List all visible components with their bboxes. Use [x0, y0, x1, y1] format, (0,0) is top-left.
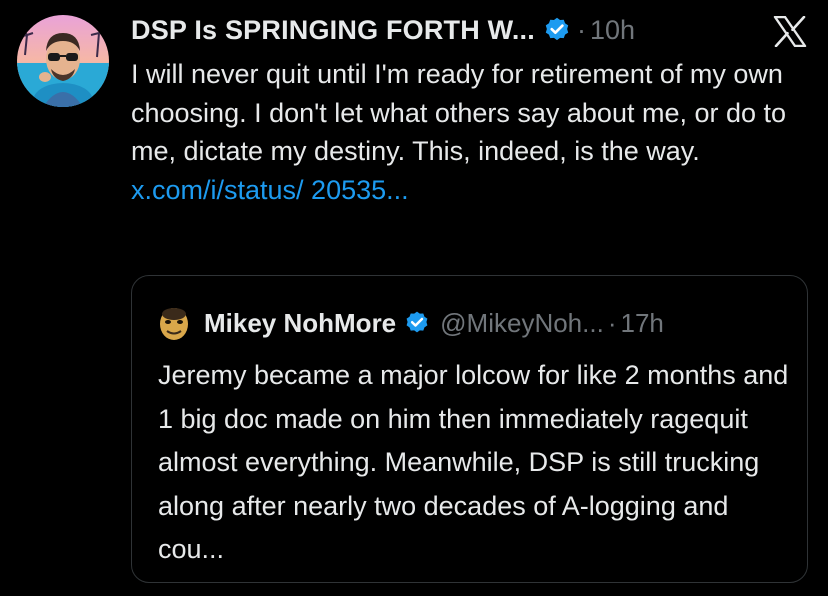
separator-dot: ·: [576, 14, 586, 45]
verified-badge-icon: [404, 310, 430, 336]
quoted-author-name[interactable]: Mikey NohMore: [204, 308, 396, 339]
tweet-link[interactable]: x.com/i/status/ 20535...: [131, 175, 409, 205]
tweet-text: I will never quit until I'm ready for re…: [131, 59, 787, 166]
quoted-author-handle[interactable]: @MikeyNoh...: [440, 308, 604, 339]
author-avatar[interactable]: [17, 15, 109, 107]
x-logo-icon: [773, 15, 807, 48]
tweet-body: I will never quit until I'm ready for re…: [131, 55, 816, 209]
author-name[interactable]: DSP Is SPRINGING FORTH W...: [131, 15, 535, 46]
verified-badge-icon: [543, 16, 571, 44]
tweet-header: DSP Is SPRINGING FORTH W... · 10h: [131, 10, 635, 50]
quoted-tweet-header: Mikey NohMore @MikeyNoh... · 17h: [156, 305, 664, 341]
separator-dot: ·: [607, 307, 617, 338]
quoted-tweet-time[interactable]: 17h: [620, 308, 663, 339]
quoted-tweet-card[interactable]: Mikey NohMore @MikeyNoh... · 17h Jeremy …: [131, 275, 808, 583]
quoted-author-avatar[interactable]: [156, 305, 192, 341]
tweet-time[interactable]: 10h: [590, 15, 635, 46]
quoted-tweet-text: Jeremy became a major lolcow for like 2 …: [158, 360, 789, 564]
